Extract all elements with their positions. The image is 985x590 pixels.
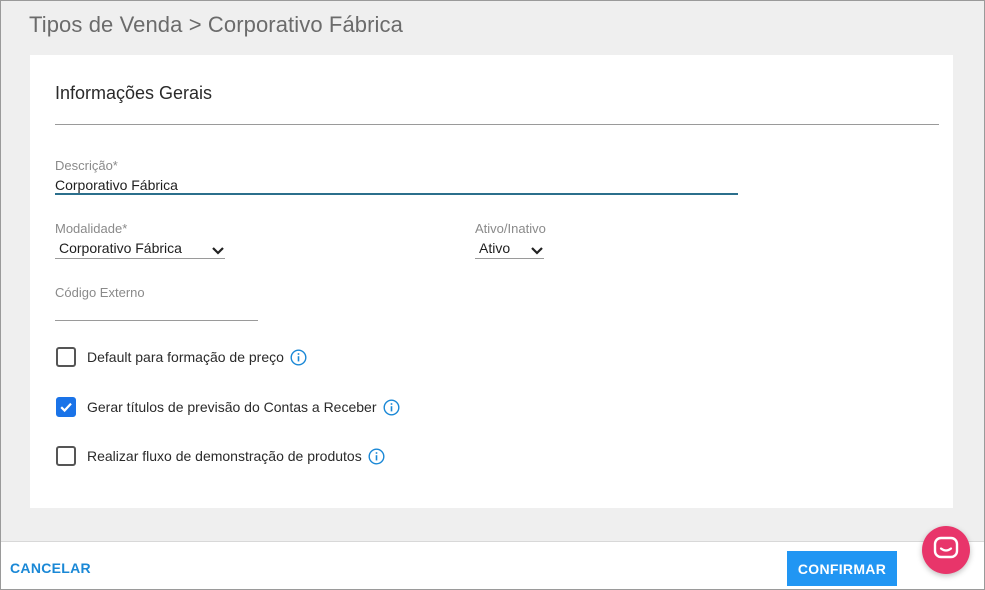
chevron-down-icon (530, 243, 544, 255)
footer-bar: CANCELAR CONFIRMAR (1, 541, 984, 589)
breadcrumb-current: Corporativo Fábrica (207, 12, 403, 37)
gerar-titulos-label: Gerar títulos de previsão do Contas a Re… (87, 399, 377, 415)
descricao-underline (55, 193, 738, 195)
fluxo-demonstracao-checkbox[interactable] (56, 446, 76, 466)
breadcrumb-separator: > (188, 12, 202, 37)
app-window: Tipos de Venda > Corporativo Fábrica Inf… (0, 0, 985, 590)
codigo-externo-underline (55, 320, 258, 321)
chat-button[interactable] (922, 526, 970, 574)
default-preco-label: Default para formação de preço (87, 349, 284, 365)
chat-icon (933, 536, 959, 565)
ativo-value: Ativo (479, 239, 511, 256)
codigo-externo-input[interactable] (55, 303, 258, 321)
breadcrumb: Tipos de Venda > Corporativo Fábrica (29, 12, 403, 38)
ativo-select[interactable]: Ativo (475, 237, 544, 259)
section-title: Informações Gerais (55, 83, 213, 103)
modalidade-label: Modalidade* (55, 221, 128, 236)
general-info-card: Informações Gerais Descrição* Modalidade… (30, 55, 953, 508)
codigo-externo-label: Código Externo (55, 285, 145, 300)
info-icon[interactable] (382, 398, 400, 416)
fluxo-demonstracao-label: Realizar fluxo de demonstração de produt… (87, 448, 362, 464)
descricao-input[interactable] (55, 176, 738, 194)
checkbox-row-default-preco[interactable]: Default para formação de preço (56, 347, 307, 367)
section-divider (55, 124, 939, 125)
modalidade-select[interactable]: Corporativo Fábrica (55, 237, 225, 259)
cancel-button[interactable]: CANCELAR (10, 560, 91, 576)
modalidade-value: Corporativo Fábrica (59, 239, 182, 256)
ativo-label: Ativo/Inativo (475, 221, 546, 236)
breadcrumb-parent[interactable]: Tipos de Venda (29, 12, 182, 37)
descricao-label: Descrição* (55, 158, 118, 173)
info-icon[interactable] (290, 348, 307, 366)
info-icon[interactable] (368, 447, 385, 465)
checkbox-row-fluxo-demonstracao[interactable]: Realizar fluxo de demonstração de produt… (56, 446, 385, 466)
gerar-titulos-checkbox[interactable] (56, 397, 76, 417)
default-preco-checkbox[interactable] (56, 347, 76, 367)
confirm-button[interactable]: CONFIRMAR (787, 551, 897, 586)
chevron-down-icon (211, 243, 225, 255)
checkbox-row-gerar-titulos[interactable]: Gerar títulos de previsão do Contas a Re… (56, 397, 400, 417)
